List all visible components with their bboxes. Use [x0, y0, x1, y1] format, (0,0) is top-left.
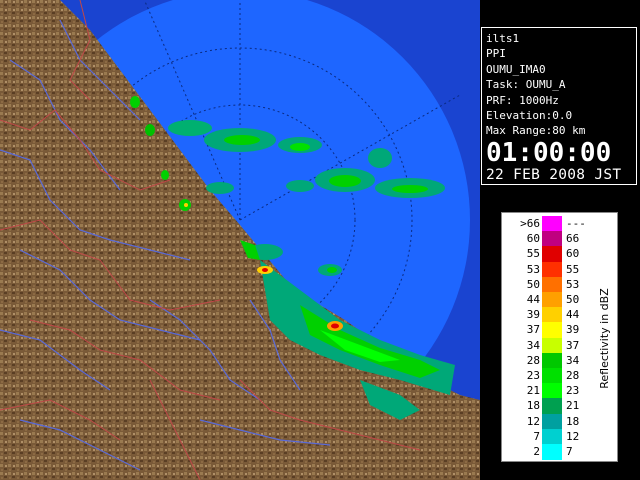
- observation-date: 22 FEB 2008 JST: [486, 166, 622, 183]
- legend-low-value: 50: [526, 277, 540, 291]
- legend-color-swatch: [542, 322, 562, 339]
- legend-high-value: ---: [566, 217, 586, 230]
- legend-high-value: 66: [566, 232, 580, 246]
- legend-high-value: 18: [566, 414, 580, 428]
- legend-low-value: 12: [526, 414, 540, 428]
- legend-high-value: 21: [566, 399, 580, 413]
- product-name: OUMU_IMA0: [486, 62, 546, 76]
- legend-color-swatch: [542, 246, 562, 263]
- legend-low-value: 39: [526, 308, 540, 322]
- scan-type: PPI: [486, 47, 506, 61]
- legend-high-value: 39: [566, 323, 580, 337]
- observation-time: 01:00:00: [486, 137, 612, 168]
- legend-low-value: 28: [526, 353, 540, 367]
- legend-color-swatch: [542, 261, 562, 278]
- legend-low-value: 37: [526, 323, 540, 337]
- legend-color-swatch: [542, 368, 562, 385]
- legend-low-value: >66: [520, 217, 540, 230]
- legend-low-value: 18: [526, 399, 540, 413]
- max-range-value: Max Range:80 km: [486, 124, 586, 138]
- legend-high-value: 55: [566, 262, 580, 276]
- prf-value: PRF: 1000Hz: [486, 93, 559, 107]
- legend-high-value: 28: [566, 369, 580, 382]
- legend-color-swatch: [542, 444, 562, 461]
- legend-high-value: 60: [566, 247, 580, 261]
- legend-unit-label: Reflectivity in dBZ: [597, 287, 611, 389]
- legend-high-value: 53: [566, 277, 580, 291]
- legend-color-swatch: [542, 352, 562, 369]
- legend-low-value: 23: [526, 369, 540, 382]
- legend-color-swatch: [542, 428, 562, 445]
- legend-color-swatch: [542, 383, 562, 400]
- legend-unit-label-box: Reflectivity in dBZ: [590, 213, 618, 463]
- task-name: Task: OUMU_A: [486, 78, 566, 92]
- legend-high-value: 44: [566, 308, 580, 322]
- legend-color-swatch: [542, 398, 562, 415]
- legend-color-swatch: [542, 337, 562, 354]
- legend-high-value: 37: [566, 338, 580, 352]
- legend-low-value: 34: [526, 338, 540, 352]
- legend-low-value: 55: [526, 247, 540, 261]
- elevation-value: Elevation:0.0: [486, 109, 573, 123]
- legend-high-value: 23: [566, 384, 580, 398]
- legend-high-value: 7: [566, 445, 573, 458]
- legend-high-value: 50: [566, 293, 580, 306]
- legend-low-value: 60: [526, 232, 540, 246]
- legend-high-value: 12: [566, 429, 580, 443]
- legend-color-swatch: [542, 276, 562, 293]
- legend-low-value: 2: [533, 445, 540, 458]
- legend-low-value: 53: [526, 262, 540, 276]
- legend-high-value: 34: [566, 353, 580, 367]
- radar-map: [0, 0, 480, 480]
- legend-low-value: 21: [526, 384, 540, 398]
- legend-low-value: 44: [526, 293, 540, 306]
- legend-color-swatch: [542, 307, 562, 324]
- legend-color-swatch: [542, 292, 562, 309]
- scan-info-panel: ilts1 PPI OUMU_IMA0 Task: OUMU_A PRF: 10…: [481, 27, 637, 185]
- station-name: ilts1: [486, 32, 520, 45]
- legend-color-swatch: [542, 231, 562, 248]
- legend-color-swatch: [542, 413, 562, 430]
- legend-low-value: 7: [533, 429, 540, 443]
- legend-color-swatch: [542, 216, 562, 233]
- reflectivity-legend: >66 --- 60 66 55 60 53 55 50 53 44 50 39 44 37 39 34 37 28…: [501, 212, 618, 462]
